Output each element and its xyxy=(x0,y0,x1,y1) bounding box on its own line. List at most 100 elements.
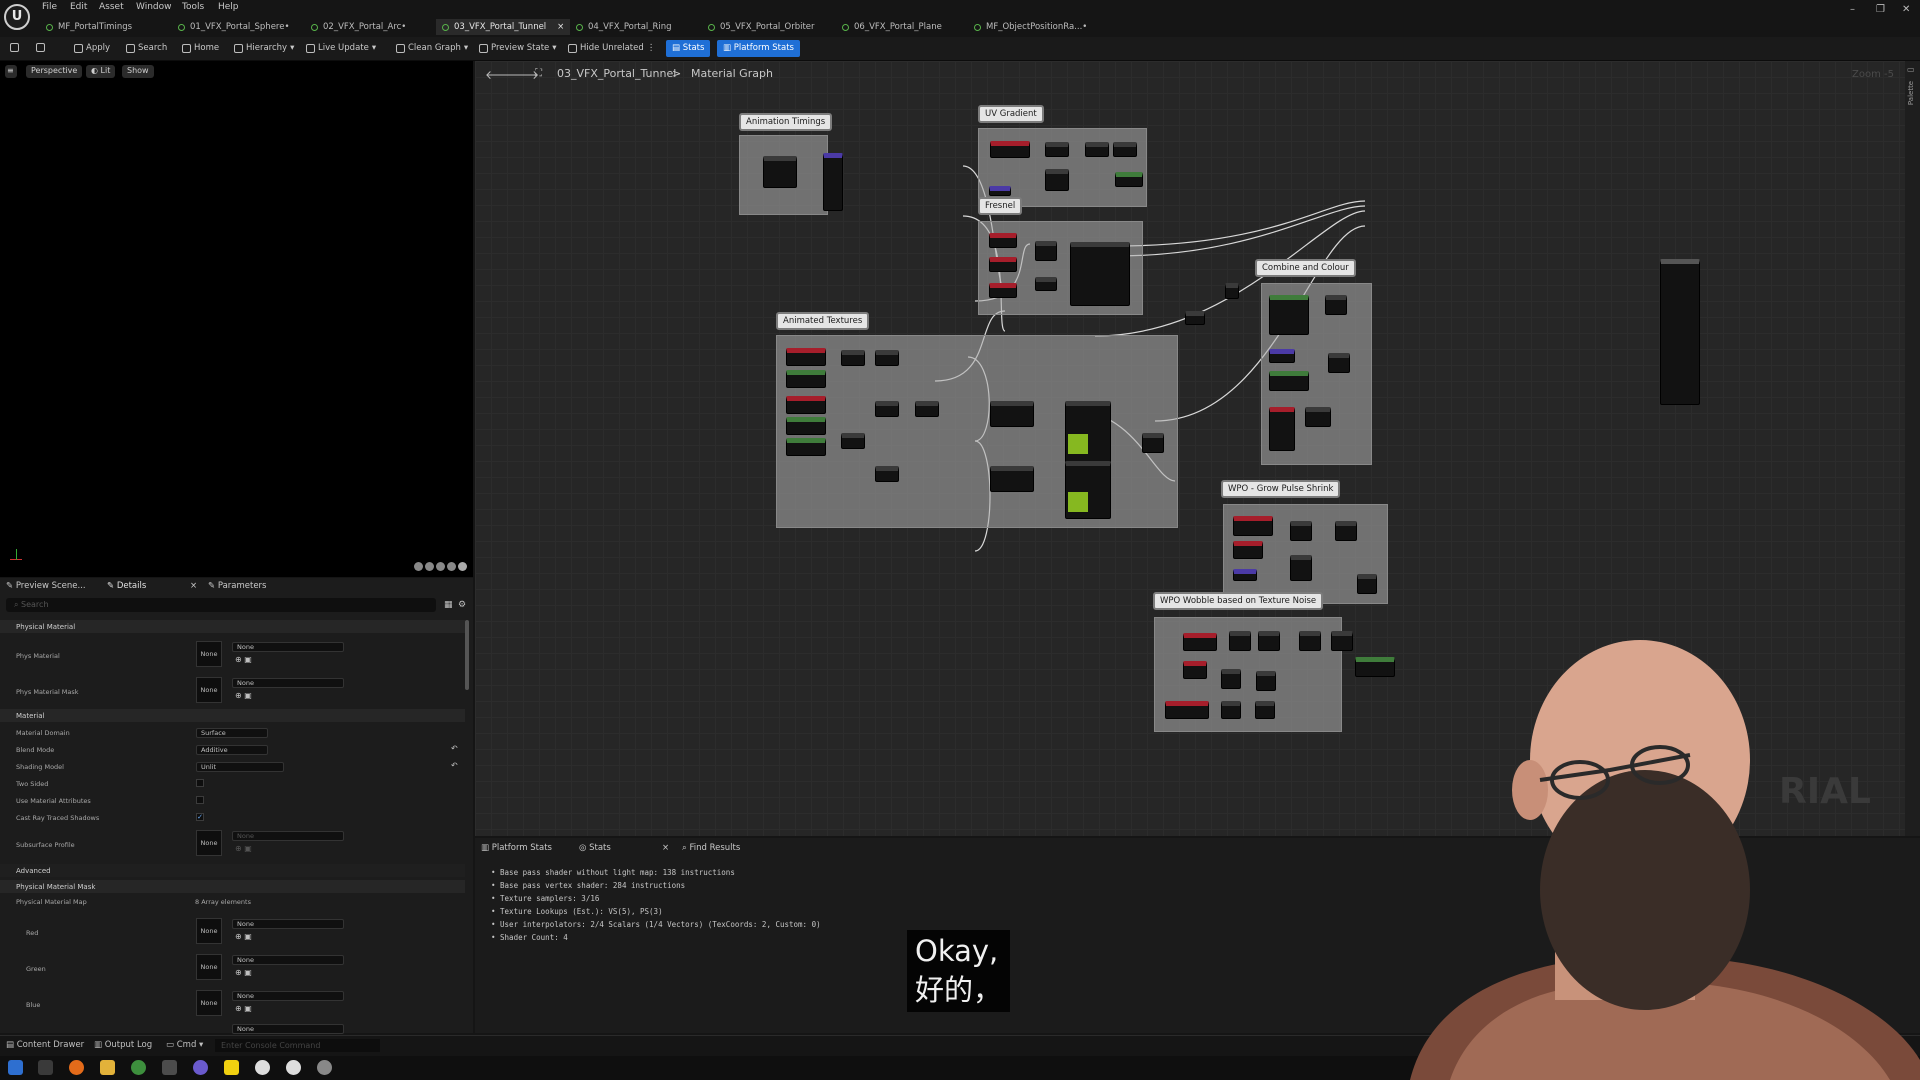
graph-node[interactable] xyxy=(1325,295,1347,315)
graph-node[interactable] xyxy=(1185,311,1205,325)
sticky-notes-icon[interactable] xyxy=(224,1060,239,1075)
lit-button[interactable]: ◐ Lit xyxy=(86,65,116,78)
graph-node[interactable] xyxy=(1085,142,1109,157)
comment-title-fresnel[interactable]: Fresnel xyxy=(978,197,1023,215)
graph-node[interactable] xyxy=(990,401,1034,427)
menu-asset[interactable]: Asset xyxy=(99,2,124,12)
close-window-icon[interactable]: ✕ xyxy=(1902,4,1910,15)
graph-node[interactable] xyxy=(1233,516,1273,536)
phys-material-thumbnail[interactable]: None xyxy=(196,641,222,667)
graph-node[interactable] xyxy=(823,153,843,211)
graph-node[interactable] xyxy=(763,156,797,188)
cmd-dropdown[interactable]: ▭ Cmd ▾ xyxy=(166,1040,203,1050)
live-update-button[interactable]: Live Update ▾ xyxy=(306,43,376,53)
browse-asset-icons[interactable]: ⊕ ▣ xyxy=(235,968,252,977)
graph-node[interactable] xyxy=(1328,353,1350,373)
graph-node[interactable] xyxy=(1305,407,1331,427)
graph-node[interactable] xyxy=(875,350,899,366)
graph-node[interactable] xyxy=(1256,671,1276,691)
subsurface-dropdown[interactable]: None xyxy=(232,831,344,841)
graph-node[interactable] xyxy=(989,257,1017,272)
graph-node[interactable] xyxy=(1233,569,1257,581)
browse-asset-icons[interactable]: ⊕ ▣ xyxy=(235,844,252,853)
tab-portal-sphere[interactable]: 01_VFX_Portal_Sphere• xyxy=(172,19,295,35)
close-tab-icon[interactable]: × xyxy=(662,843,669,853)
comment-animated-textures[interactable] xyxy=(776,335,1178,528)
grid-view-icon[interactable]: ▦ xyxy=(444,600,453,610)
tab-mf-portaltimings[interactable]: MF_PortalTimings xyxy=(40,19,138,35)
apply-button[interactable]: Apply xyxy=(74,43,110,53)
use-material-attributes-checkbox[interactable] xyxy=(196,796,204,804)
graph-node[interactable] xyxy=(1035,277,1057,291)
tab-objectposition[interactable]: MF_ObjectPositionRa...• xyxy=(968,19,1093,35)
graph-node[interactable] xyxy=(1183,661,1207,679)
phys-mask-dropdown[interactable]: None xyxy=(232,678,344,688)
file-explorer-icon[interactable] xyxy=(100,1060,115,1075)
graph-node-fresnel-custom[interactable] xyxy=(1070,242,1130,306)
stats-button[interactable]: ▤ Stats xyxy=(666,40,711,57)
close-tab-icon[interactable]: × xyxy=(557,22,564,32)
blue-thumbnail[interactable]: None xyxy=(196,990,222,1016)
tab-details[interactable]: ✎ Details xyxy=(107,581,146,591)
tab-platform-stats[interactable]: ▥ Platform Stats xyxy=(481,843,552,853)
platform-stats-button[interactable]: ▥ Platform Stats xyxy=(717,40,800,57)
browse-asset-icons[interactable]: ⊕ ▣ xyxy=(235,932,252,941)
menu-window[interactable]: Window xyxy=(136,2,172,12)
graph-node[interactable] xyxy=(1269,371,1309,391)
settings-gear-icon[interactable]: ⚙ xyxy=(458,600,466,610)
next-dropdown[interactable]: None xyxy=(232,1024,344,1034)
graph-node[interactable] xyxy=(1183,633,1217,651)
section-physical-material-mask[interactable]: Physical Material Mask xyxy=(0,880,465,893)
tab-portal-arc[interactable]: 02_VFX_Portal_Arc• xyxy=(305,19,412,35)
tab-preview-scene[interactable]: ✎ Preview Scene... xyxy=(6,581,86,591)
search-button[interactable]: Search xyxy=(126,43,167,53)
show-button[interactable]: Show xyxy=(122,65,154,78)
tab-stats[interactable]: ◎ Stats xyxy=(579,843,611,853)
preview-mesh-buttons[interactable] xyxy=(414,562,470,572)
menu-edit[interactable]: Edit xyxy=(70,2,87,12)
graph-node[interactable] xyxy=(1269,295,1309,335)
graph-node[interactable] xyxy=(990,141,1030,158)
graph-node[interactable] xyxy=(1165,701,1209,719)
graph-node[interactable] xyxy=(875,466,899,482)
tab-find-results[interactable]: ⌕ Find Results xyxy=(682,843,740,853)
phys-material-dropdown[interactable]: None xyxy=(232,642,344,652)
comment-title-combine-colour[interactable]: Combine and Colour xyxy=(1255,259,1356,277)
obs-icon[interactable] xyxy=(193,1060,208,1075)
home-button[interactable]: Home xyxy=(182,43,219,53)
comment-title-uv-gradient[interactable]: UV Gradient xyxy=(978,105,1044,123)
graph-node[interactable] xyxy=(989,233,1017,248)
browse-asset-icons[interactable]: ⊕ ▣ xyxy=(235,655,252,664)
graph-node[interactable] xyxy=(1225,283,1239,299)
red-dropdown[interactable]: None xyxy=(232,919,344,929)
graph-node[interactable] xyxy=(990,466,1034,492)
graph-node[interactable] xyxy=(1290,521,1312,541)
cast-ray-traced-shadows-checkbox[interactable]: ✓ xyxy=(196,813,204,821)
app-icon[interactable] xyxy=(317,1060,332,1075)
browse-asset-icons[interactable]: ⊕ ▣ xyxy=(235,1004,252,1013)
viewport-menu-icon[interactable]: ≡ xyxy=(5,65,17,78)
texture-sample-node[interactable] xyxy=(1065,401,1111,463)
graph-node[interactable] xyxy=(1299,631,1321,651)
graph-node[interactable] xyxy=(1115,172,1143,187)
reset-arrow-icon[interactable]: ↶ xyxy=(451,761,458,770)
tab-portal-plane[interactable]: 06_VFX_Portal_Plane xyxy=(836,19,948,35)
graph-node[interactable] xyxy=(989,186,1011,196)
details-scrollbar[interactable] xyxy=(465,620,469,690)
unreal-logo-icon[interactable]: U xyxy=(4,4,30,30)
task-view-icon[interactable] xyxy=(38,1060,53,1075)
texture-sample-node[interactable] xyxy=(1065,461,1111,519)
tab-portal-orbiter[interactable]: 05_VFX_Portal_Orbiter xyxy=(702,19,821,35)
tab-parameters[interactable]: ✎ Parameters xyxy=(208,581,266,591)
graph-node[interactable] xyxy=(1357,574,1377,594)
blue-dropdown[interactable]: None xyxy=(232,991,344,1001)
console-input[interactable]: Enter Console Command xyxy=(215,1039,380,1052)
shading-model-dropdown[interactable]: Unlit xyxy=(196,762,284,772)
graph-node[interactable] xyxy=(1255,701,1275,719)
material-output-node[interactable] xyxy=(1660,259,1700,405)
graph-node[interactable] xyxy=(1229,631,1251,651)
graph-node[interactable] xyxy=(1269,349,1295,363)
comment-title-wpo-grow[interactable]: WPO - Grow Pulse Shrink xyxy=(1221,480,1341,498)
graph-node[interactable] xyxy=(1221,701,1241,719)
maximize-icon[interactable]: ❐ xyxy=(1876,4,1885,15)
